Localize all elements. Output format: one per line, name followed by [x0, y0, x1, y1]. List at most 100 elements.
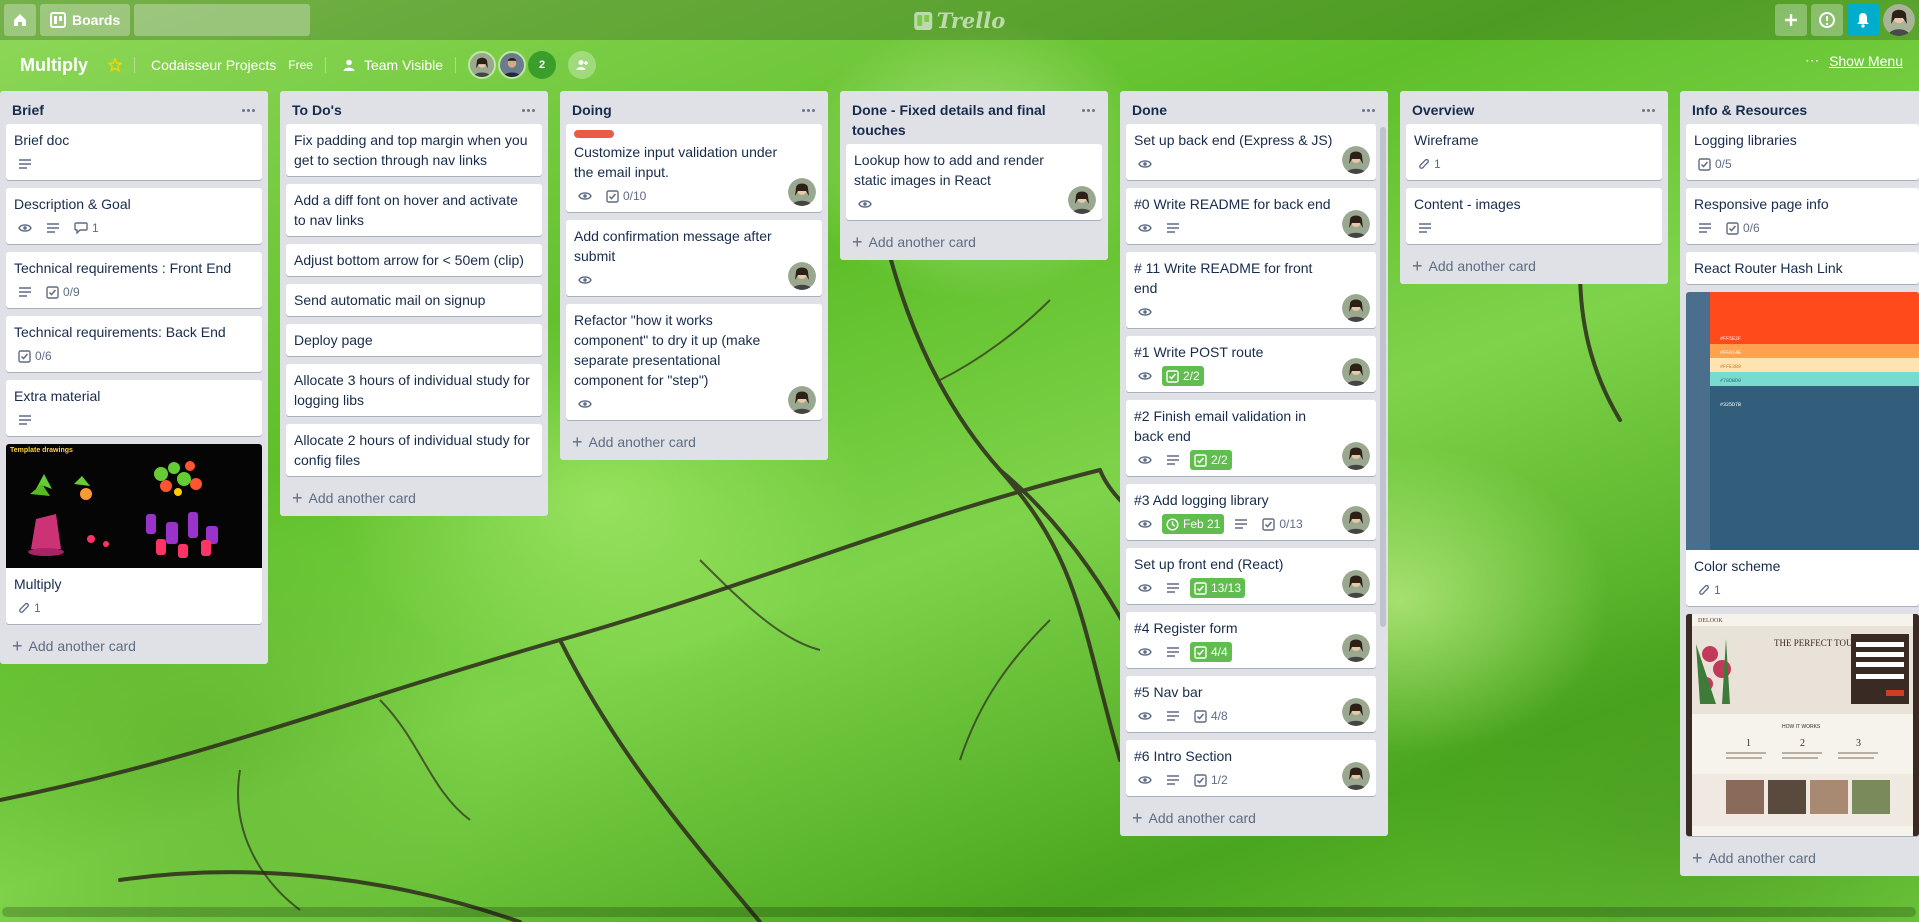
- card[interactable]: Adjust bottom arrow for < 50em (clip): [286, 244, 542, 276]
- member-avatar[interactable]: [1342, 506, 1370, 534]
- card[interactable]: Deploy page: [286, 324, 542, 356]
- add-card-button[interactable]: + Add another card: [4, 632, 264, 660]
- card[interactable]: #2 Finish email validation in back end 2…: [1126, 400, 1376, 476]
- list-menu-icon[interactable]: [1358, 100, 1378, 120]
- list-menu-icon[interactable]: [798, 100, 818, 120]
- card[interactable]: Allocate 2 hours of individual study for…: [286, 424, 542, 476]
- card[interactable]: Set up back end (Express & JS): [1126, 124, 1376, 180]
- card[interactable]: # 11 Write README for front end: [1126, 252, 1376, 328]
- card[interactable]: Extra material: [6, 380, 262, 436]
- card[interactable]: #5 Nav bar 4/8: [1126, 676, 1376, 732]
- board-title[interactable]: Multiply: [12, 55, 96, 76]
- list-title[interactable]: Brief: [12, 100, 44, 120]
- member-avatar[interactable]: [1068, 186, 1096, 214]
- create-button[interactable]: [1775, 4, 1807, 36]
- user-avatar[interactable]: [1883, 4, 1915, 36]
- member-avatar[interactable]: [1342, 146, 1370, 174]
- card-title: #4 Register form: [1134, 620, 1238, 636]
- card[interactable]: Content - images: [1406, 188, 1662, 244]
- card[interactable]: #1 Write POST route 2/2: [1126, 336, 1376, 392]
- member-avatar[interactable]: [1342, 634, 1370, 662]
- list-title[interactable]: Done: [1132, 100, 1167, 120]
- info-button[interactable]: [1811, 4, 1843, 36]
- plus-icon: +: [572, 432, 583, 452]
- member-avatar[interactable]: [468, 51, 497, 79]
- member-avatar[interactable]: [498, 51, 527, 79]
- card-title: Refactor "how it works component" to dry…: [574, 312, 761, 388]
- home-button[interactable]: [4, 4, 36, 36]
- card[interactable]: #0 Write README for back end: [1126, 188, 1376, 244]
- invite-button[interactable]: [568, 51, 597, 79]
- list-menu-icon[interactable]: [1638, 100, 1658, 120]
- list-menu-icon[interactable]: [518, 100, 538, 120]
- list-title[interactable]: Doing: [572, 100, 612, 120]
- card[interactable]: Send automatic mail on signup: [286, 284, 542, 316]
- member-avatar[interactable]: [1342, 294, 1370, 322]
- plus-icon: +: [1132, 808, 1143, 828]
- list-menu-icon[interactable]: [238, 100, 258, 120]
- card[interactable]: Technical requirements : Front End 0/9: [6, 252, 262, 308]
- list-scrollbar[interactable]: [1380, 127, 1386, 627]
- add-card-button[interactable]: + Add another card: [844, 228, 1104, 256]
- list-menu-icon[interactable]: [1078, 100, 1098, 120]
- list-title[interactable]: To Do's: [292, 100, 342, 120]
- member-avatar[interactable]: [1342, 570, 1370, 598]
- card[interactable]: Allocate 3 hours of individual study for…: [286, 364, 542, 416]
- card-title: Description & Goal: [14, 196, 131, 212]
- team-button[interactable]: Codaisseur Projects Free: [143, 50, 321, 80]
- card[interactable]: Customize input validation under the ema…: [566, 124, 822, 212]
- card[interactable]: Set up front end (React) 13/13: [1126, 548, 1376, 604]
- list-title[interactable]: Done - Fixed details and final touches: [852, 100, 1062, 140]
- board-horizontal-scrollbar[interactable]: [2, 907, 1916, 917]
- add-card-button[interactable]: + Add another card: [1124, 804, 1384, 832]
- add-card-button[interactable]: + Add another card: [284, 484, 544, 512]
- card[interactable]: Refactor "how it works component" to dry…: [566, 304, 822, 420]
- member-avatar[interactable]: [788, 262, 816, 290]
- checklist-icon: [1262, 517, 1276, 531]
- member-avatar[interactable]: [1342, 762, 1370, 790]
- card[interactable]: Logging libraries 0/5: [1686, 124, 1919, 180]
- card[interactable]: React Router Hash Link: [1686, 252, 1919, 284]
- card[interactable]: Wireframe 1: [1406, 124, 1662, 180]
- checklist-icon: [46, 285, 59, 299]
- list-title[interactable]: Overview: [1412, 100, 1474, 120]
- card[interactable]: #FF5E2F #FFA14E #FFE3B0 #78DBD0 #325D7B …: [1686, 292, 1919, 606]
- member-avatar[interactable]: [1342, 698, 1370, 726]
- add-member-icon: [576, 60, 589, 70]
- list-info-resources: Info & Resources Logging libraries 0/5 R…: [1680, 91, 1919, 876]
- add-card-button[interactable]: + Add another card: [1684, 844, 1915, 872]
- card[interactable]: #6 Intro Section 1/2: [1126, 740, 1376, 796]
- show-menu-button[interactable]: ⋯ Show Menu: [1805, 52, 1903, 69]
- member-avatar[interactable]: [788, 386, 816, 414]
- member-count[interactable]: 2: [528, 51, 557, 79]
- list-title[interactable]: Info & Resources: [1692, 100, 1807, 120]
- trello-logo[interactable]: Trello: [913, 8, 1005, 33]
- card-label-red[interactable]: [574, 130, 614, 138]
- member-avatar[interactable]: [1342, 442, 1370, 470]
- search-input[interactable]: [115, 4, 305, 36]
- card[interactable]: Brief doc: [6, 124, 262, 180]
- card[interactable]: Lookup how to add and render static imag…: [846, 144, 1102, 220]
- member-avatar[interactable]: [1342, 358, 1370, 386]
- checklist-badge: 0/13: [1258, 514, 1306, 534]
- card[interactable]: Responsive page info 0/6: [1686, 188, 1919, 244]
- card[interactable]: Technical requirements: Back End 0/6: [6, 316, 262, 372]
- card[interactable]: #3 Add logging library Feb 21 0/13: [1126, 484, 1376, 540]
- star-button[interactable]: [100, 50, 130, 80]
- add-card-button[interactable]: + Add another card: [564, 428, 824, 456]
- add-card-button[interactable]: + Add another card: [1404, 252, 1664, 280]
- search-box[interactable]: [115, 4, 311, 36]
- visibility-label: Team Visible: [363, 57, 444, 73]
- notifications-button[interactable]: [1847, 4, 1879, 36]
- visibility-button[interactable]: Team Visible: [334, 50, 451, 80]
- card[interactable]: Add confirmation message after submit: [566, 220, 822, 296]
- card[interactable]: DELOOK THE PERFECT TOUCH HOW IT WORKS 12…: [1686, 614, 1919, 836]
- member-avatar[interactable]: [1342, 210, 1370, 238]
- card[interactable]: Description & Goal 1: [6, 188, 262, 244]
- plan-tag: Free: [288, 58, 313, 72]
- card[interactable]: #4 Register form 4/4: [1126, 612, 1376, 668]
- member-avatar[interactable]: [788, 178, 816, 206]
- card[interactable]: Add a diff font on hover and activate to…: [286, 184, 542, 236]
- card[interactable]: Template drawings Multiply 1: [6, 444, 262, 624]
- card[interactable]: Fix padding and top margin when you get …: [286, 124, 542, 176]
